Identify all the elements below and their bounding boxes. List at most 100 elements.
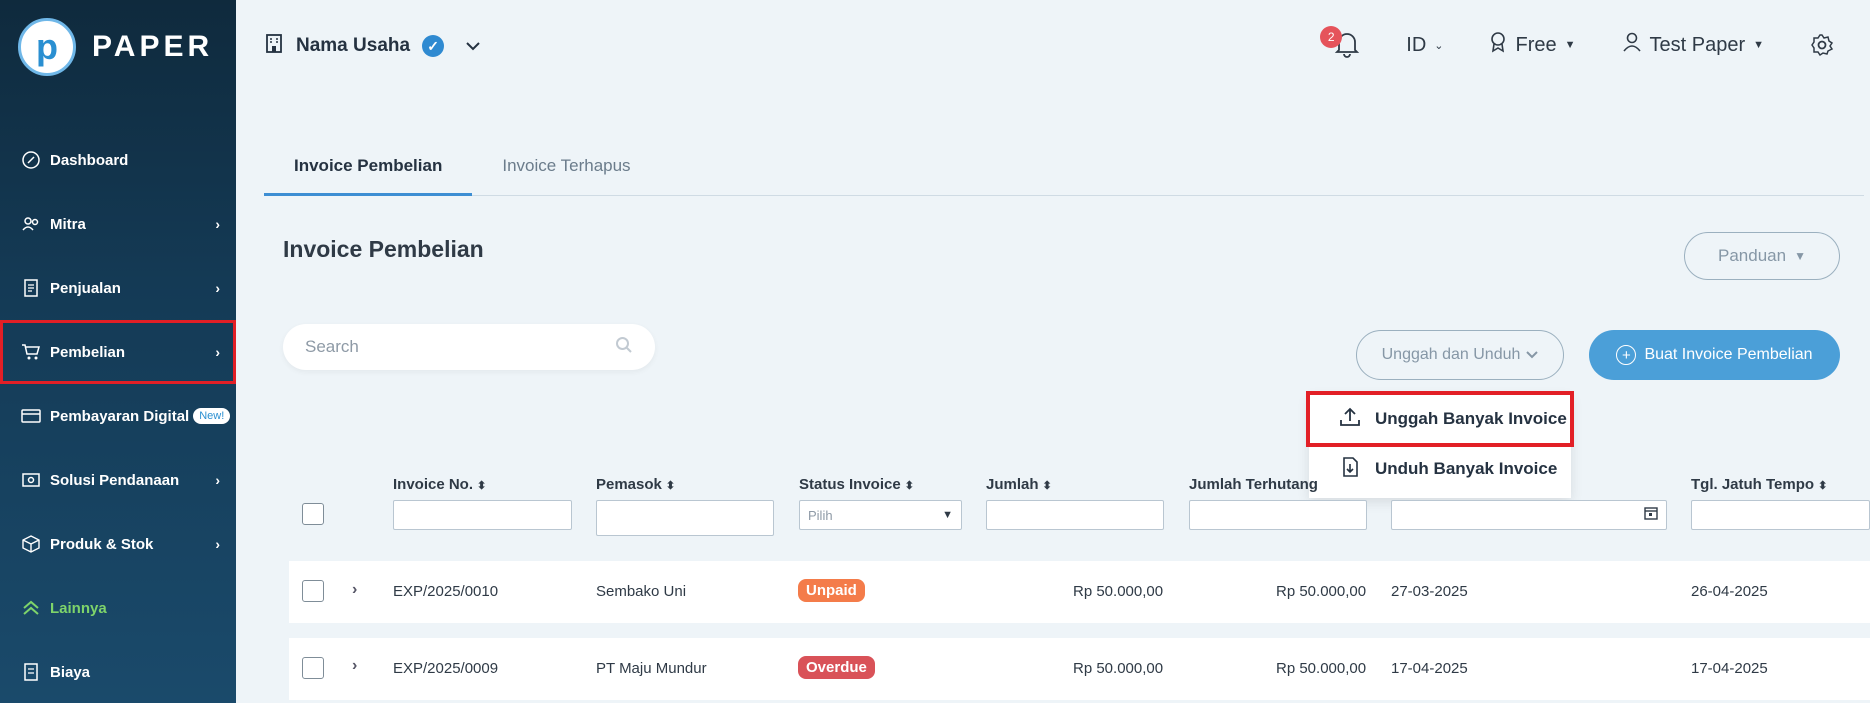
due-date-cell: 26-04-2025 [1691,583,1768,600]
brand[interactable]: p PAPER [18,18,213,76]
gear-icon [1811,34,1834,57]
due-date-cell: 17-04-2025 [1691,660,1768,677]
sidebar-item-solusi-pendanaan[interactable]: Solusi Pendanaan › [0,448,236,512]
chevron-right-icon: › [215,344,220,360]
jumlah-filter[interactable] [986,500,1164,530]
status-filter-select[interactable]: Pilih ▼ [799,500,962,530]
plan-label: Free [1515,33,1557,56]
invoice-no-cell[interactable]: EXP/2025/0010 [393,583,498,600]
caret-down-icon: ▼ [942,509,953,521]
create-invoice-label: Buat Invoice Pembelian [1644,346,1813,363]
funding-icon [20,469,42,491]
column-header-jumlah-terhutang[interactable]: Jumlah Terhutang [1189,476,1318,493]
sidebar-item-penjualan[interactable]: Penjualan › [0,256,236,320]
language-selector[interactable]: ID ⌄ [1406,34,1443,57]
date-filter[interactable] [1391,500,1667,530]
header-actions: 2 ID ⌄ Free ▼ Test Paper ▼ [1320,26,1834,60]
sidebar-item-dashboard[interactable]: Dashboard [0,128,236,192]
sidebar-item-label: Solusi Pendanaan [50,471,180,489]
select-all-checkbox[interactable] [302,503,324,525]
chevron-right-icon: › [215,536,220,552]
page-title: Invoice Pembelian [283,236,484,262]
column-header-pemasok[interactable]: Pemasok ⬍ [596,476,675,493]
business-name: Nama Usaha [296,35,411,56]
notification-button[interactable]: 2 [1320,26,1360,60]
users-icon [20,213,42,235]
sort-icon: ⬍ [1042,480,1052,492]
sidebar-item-mitra[interactable]: Mitra › [0,192,236,256]
chevron-right-icon: › [215,280,220,296]
jumlah-terhutang-filter[interactable] [1189,500,1367,530]
sidebar-item-label: Produk & Stok [50,535,154,553]
row-checkbox[interactable] [302,657,324,679]
invoice-no-cell[interactable]: EXP/2025/0009 [393,660,498,677]
upload-invoices-label: Unggah Banyak Invoice [1375,409,1567,428]
plus-circle-icon: + [1616,345,1637,365]
upload-download-button[interactable]: Unggah dan Unduh [1356,330,1564,380]
download-file-icon [1339,456,1361,483]
column-header-jatuh-tempo[interactable]: Tgl. Jatuh Tempo ⬍ [1691,476,1827,493]
document-icon [20,277,42,299]
supplier-cell: Sembako Uni [596,583,687,600]
due-date-filter[interactable] [1691,500,1870,530]
sidebar-nav: Dashboard Mitra › Penjualan › Pembelian … [0,128,236,703]
column-header-jumlah[interactable]: Jumlah ⬍ [986,476,1052,493]
sidebar-item-produk-stok[interactable]: Produk & Stok › [0,512,236,576]
sidebar-item-pembayaran-digital[interactable]: Pembayaran Digital New! [0,384,236,448]
user-icon [1622,31,1642,59]
upload-invoices-menu-item[interactable]: Unggah Banyak Invoice [1306,391,1574,447]
caret-down-icon: ▼ [1794,249,1806,263]
column-header-status[interactable]: Status Invoice ⬍ [799,476,914,493]
sidebar-item-biaya[interactable]: Biaya [0,640,236,703]
create-invoice-button[interactable]: + Buat Invoice Pembelian [1589,330,1840,380]
status-filter-placeholder: Pilih [808,507,833,523]
sort-icon: ⬍ [665,480,676,492]
upload-download-menu: Unggah Banyak Invoice Unduh Banyak Invoi… [1306,391,1574,498]
download-invoices-menu-item[interactable]: Unduh Banyak Invoice [1309,444,1571,494]
card-icon [20,405,42,427]
chevron-down-icon[interactable] [466,38,480,54]
sort-icon: ⬍ [1818,480,1828,492]
building-icon [264,32,284,60]
user-name: Test Paper [1649,33,1746,56]
chevron-down-icon [1526,346,1539,364]
upload-icon [1339,406,1361,433]
brand-name: PAPER [92,30,214,63]
award-icon [1489,31,1507,59]
panduan-label: Panduan [1718,246,1787,265]
row-checkbox[interactable] [302,580,324,602]
paper-logo-icon: p [18,18,76,76]
column-header-invoice-no[interactable]: Invoice No. ⬍ [393,476,486,493]
date-cell: 27-03-2025 [1391,583,1468,600]
amount-cell: Rp 50.000,00 [1073,660,1164,677]
sidebar-item-label: Penjualan [50,279,121,297]
owed-cell: Rp 50.000,00 [1276,660,1367,677]
download-invoices-label: Unduh Banyak Invoice [1375,459,1558,478]
settings-button[interactable] [1810,33,1834,57]
tab-invoice-pembelian[interactable]: Invoice Pembelian [264,150,473,196]
sidebar-item-lainnya[interactable]: Lainnya [0,576,236,640]
supplier-cell: PT Maju Mundur [596,660,707,677]
language-label: ID [1406,33,1427,56]
plan-selector[interactable]: Free ▼ [1489,31,1576,59]
sidebar-item-pembelian[interactable]: Pembelian › [0,320,236,384]
pemasok-filter[interactable] [596,500,774,536]
search-input[interactable]: Search [305,337,615,357]
invoice-no-filter[interactable] [393,500,572,530]
chevron-right-icon[interactable]: › [352,581,357,599]
box-icon [20,533,42,555]
owed-cell: Rp 50.000,00 [1276,583,1367,600]
search-box[interactable]: Search [283,324,655,370]
tab-invoice-terhapus[interactable]: Invoice Terhapus [472,150,660,196]
dashboard-icon [20,149,42,171]
calendar-icon [1644,506,1658,525]
sidebar-item-label: Pembelian [50,343,126,361]
top-header: Nama Usaha ✓ 2 ID ⌄ Free ▼ Test Paper ▼ [236,0,1870,94]
business-selector[interactable]: Nama Usaha ✓ [264,32,480,60]
new-badge: New! [193,408,231,424]
sidebar-item-label: Dashboard [50,151,129,169]
amount-cell: Rp 50.000,00 [1073,583,1164,600]
user-menu[interactable]: Test Paper ▼ [1622,31,1764,59]
chevron-right-icon[interactable]: › [352,657,357,675]
panduan-button[interactable]: Panduan ▼ [1684,232,1840,280]
